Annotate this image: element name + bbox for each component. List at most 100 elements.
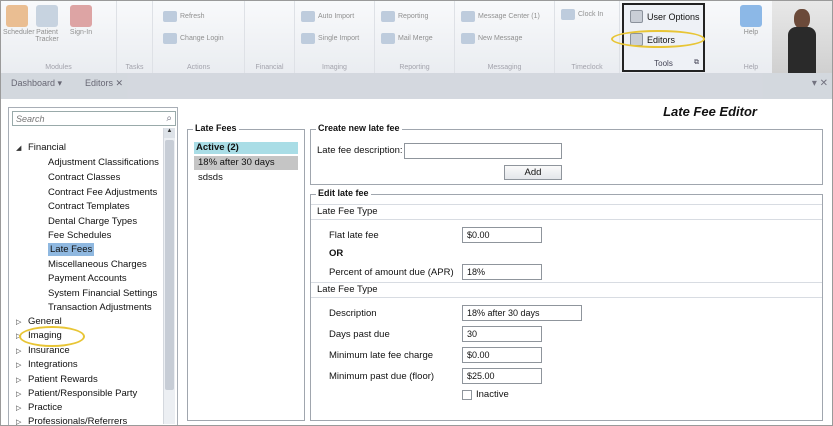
collapsed-arrow-icon: ▷ [16, 391, 22, 398]
edit-late-fee-panel: Edit late fee Late Fee Type Flat late fe… [310, 188, 823, 421]
tree-item-contract-templates[interactable]: Contract Templates [48, 200, 130, 213]
message-center-icon [461, 11, 475, 22]
reporting-button[interactable]: Reporting [381, 11, 428, 22]
percent-amount-due-input[interactable]: 18% [462, 264, 542, 280]
refresh-button[interactable]: Refresh [163, 11, 205, 22]
late-fees-highlight-circle [19, 326, 85, 347]
clock-in-button[interactable]: Clock In [561, 9, 603, 20]
scrollbar-thumb[interactable] [165, 140, 174, 390]
minimum-late-fee-charge-input[interactable]: $0.00 [462, 347, 542, 363]
tree-item-late-fees[interactable]: Late Fees [48, 243, 95, 256]
search-icon[interactable]: ⌕ [166, 113, 172, 124]
change-login-icon [163, 33, 177, 44]
new-message-button[interactable]: New Message [461, 33, 522, 44]
editor-area: Late Fee Editor ⌕ ◢Financial Adjustment … [1, 99, 832, 425]
minimum-past-due-input[interactable]: $25.00 [462, 368, 542, 384]
tree-item-transaction-adjustments[interactable]: Transaction Adjustments [48, 301, 152, 314]
active-group-header[interactable]: Active (2) [194, 142, 298, 154]
mail-merge-button[interactable]: Mail Merge [381, 33, 433, 44]
sign-in-icon [70, 5, 92, 27]
late-fee-item[interactable]: 18% after 30 days [194, 156, 298, 170]
help-icon [740, 5, 762, 27]
tree-item-miscellaneous-charges[interactable]: Miscellaneous Charges [48, 258, 147, 271]
tree-item-contract-classes[interactable]: Contract Classes [48, 171, 120, 184]
days-past-due-input[interactable]: 30 [462, 326, 542, 342]
inactive-checkbox[interactable] [462, 390, 472, 400]
message-center-button[interactable]: Message Center (1) [461, 11, 540, 22]
ribbon-group-help: Help Help [731, 1, 771, 73]
tree-node-patient-responsible-party[interactable]: ▷ Patient/Responsible Party [16, 387, 137, 400]
ribbon-group-financial: Financial [245, 1, 295, 73]
scroll-up-icon[interactable]: ▲ [164, 128, 175, 138]
scheduler-button[interactable]: Scheduler [3, 5, 35, 36]
sign-in-button[interactable]: Sign-In [67, 5, 95, 36]
reporting-icon [381, 11, 395, 22]
group-label-reporting: Reporting [399, 64, 430, 71]
tree-node-integrations[interactable]: ▷ Integrations [16, 358, 78, 371]
tree-item-contract-fee-adjustments[interactable]: Contract Fee Adjustments [48, 186, 157, 199]
single-import-button[interactable]: Single Import [301, 33, 359, 44]
ribbon-group-messaging: Message Center (1) New Message Messaging [455, 1, 555, 73]
or-label: OR [329, 248, 344, 259]
patient-tracker-button[interactable]: Patient Tracker [33, 5, 61, 43]
description-input[interactable]: 18% after 30 days [462, 305, 582, 321]
late-fee-item[interactable]: sdsds [194, 171, 298, 185]
editors-navigation: ⌕ ◢Financial Adjustment Classifications … [8, 107, 178, 425]
close-icon[interactable]: ▾ ✕ [812, 78, 828, 89]
help-button[interactable]: Help [737, 5, 765, 36]
ribbon-group-imaging: Auto Import Single Import Imaging [295, 1, 375, 73]
tree-item-adjustment-classifications[interactable]: Adjustment Classifications [48, 156, 159, 169]
mail-merge-icon [381, 33, 395, 44]
percent-amount-due-label: Percent of amount due (APR) [329, 267, 454, 278]
tree-node-professionals-referrers[interactable]: ▷ Professionals/Referrers [16, 415, 127, 425]
search-box: ⌕ [12, 111, 176, 126]
group-label-help: Help [743, 64, 759, 71]
ribbon-group-tasks: Tasks [117, 1, 153, 73]
flat-late-fee-label: Flat late fee [329, 230, 379, 241]
change-login-button[interactable]: Change Login [163, 33, 224, 44]
late-fees-legend: Late Fees [193, 123, 239, 133]
ribbon: Scheduler Patient Tracker Sign-In Module… [1, 1, 832, 73]
app-window: Scheduler Patient Tracker Sign-In Module… [0, 0, 833, 426]
late-fee-description-input[interactable] [404, 143, 562, 159]
create-late-fee-legend: Create new late fee [316, 123, 402, 133]
page-title: Late Fee Editor [663, 104, 757, 119]
late-fee-type-header: Late Fee Type [311, 204, 822, 220]
inactive-label: Inactive [476, 389, 509, 400]
edit-late-fee-legend: Edit late fee [316, 188, 371, 198]
collapsed-arrow-icon: ▷ [16, 377, 22, 384]
tree-item-dental-charge-types[interactable]: Dental Charge Types [48, 215, 137, 228]
tab-editors[interactable]: Editors ✕ [85, 78, 123, 89]
create-late-fee-panel: Create new late fee Late fee description… [310, 123, 823, 185]
ribbon-group-modules: Scheduler Patient Tracker Sign-In Module… [1, 1, 117, 73]
editors-highlight-circle [611, 30, 705, 48]
auto-import-icon [301, 11, 315, 22]
collapsed-arrow-icon: ▷ [16, 405, 22, 412]
minimum-past-due-label: Minimum past due (floor) [329, 371, 435, 382]
dialog-launcher-icon[interactable]: ⧉ [694, 59, 699, 67]
flat-late-fee-input[interactable]: $0.00 [462, 227, 542, 243]
expanded-arrow-icon: ◢ [16, 145, 22, 152]
description-label: Description [329, 308, 377, 319]
add-button[interactable]: Add [504, 165, 562, 180]
auto-import-button[interactable]: Auto Import [301, 11, 354, 22]
tree-item-fee-schedules[interactable]: Fee Schedules [48, 229, 111, 242]
tree-scrollbar[interactable]: ▲ [163, 128, 175, 424]
search-input[interactable] [13, 113, 155, 124]
ribbon-group-timeclock: Clock In Timeclock [555, 1, 620, 73]
clock-in-icon [561, 9, 575, 20]
tree-node-practice[interactable]: ▷ Practice [16, 401, 62, 414]
days-past-due-label: Days past due [329, 329, 390, 340]
user-options-icon [630, 10, 643, 23]
tab-dashboard[interactable]: Dashboard ▾ [11, 78, 62, 89]
tree-node-financial[interactable]: ◢ Financial [16, 141, 66, 154]
editor-titlebar: Late Fee Editor [309, 104, 825, 120]
tree-item-system-financial-settings[interactable]: System Financial Settings [48, 287, 157, 300]
collapsed-arrow-icon: ▷ [16, 362, 22, 369]
group-label-actions: Actions [187, 64, 210, 71]
patient-tracker-icon [36, 5, 58, 27]
ribbon-group-reporting: Reporting Mail Merge Reporting [375, 1, 455, 73]
tree-item-payment-accounts[interactable]: Payment Accounts [48, 272, 127, 285]
tree-node-patient-rewards[interactable]: ▷ Patient Rewards [16, 373, 98, 386]
user-options-button[interactable]: User Options [630, 10, 700, 23]
